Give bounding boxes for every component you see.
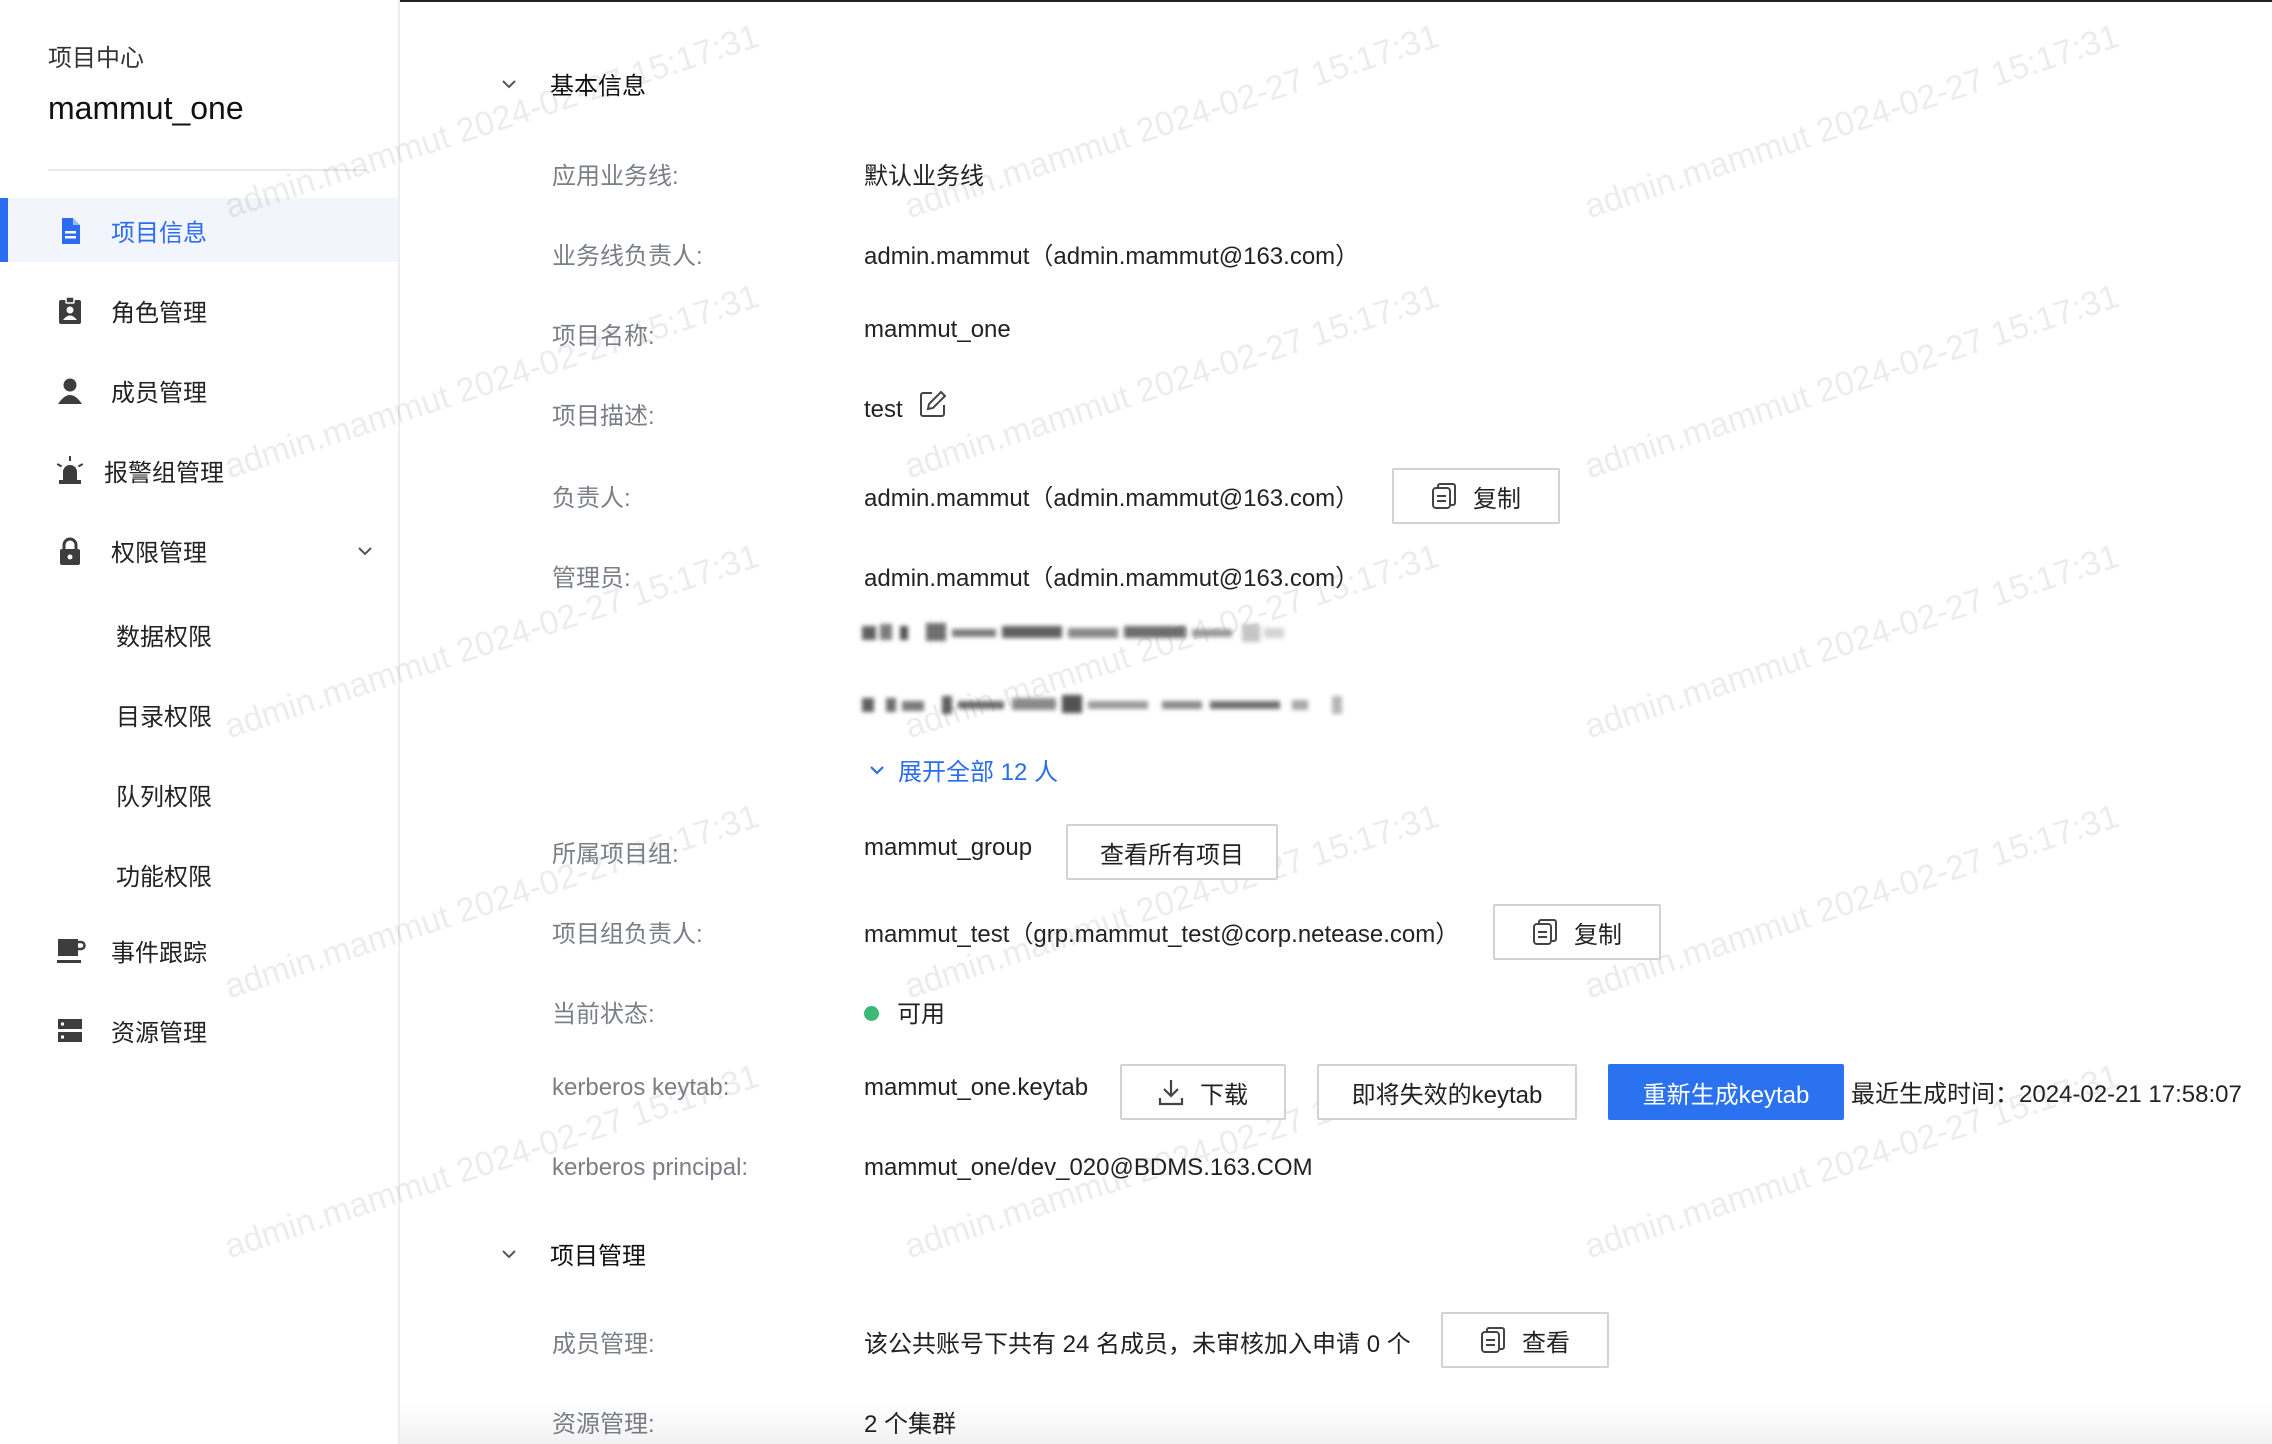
- lock-icon: [60, 537, 80, 565]
- sidebar-item-permission[interactable]: 权限管理: [0, 518, 398, 582]
- business-line-owner-label: 业务线负责人:: [552, 243, 703, 270]
- redacted-admin-row: [862, 695, 1342, 714]
- view-button-label: 查看: [1522, 1329, 1570, 1357]
- watermark: admin.mammut 2024-02-27 15:17:31: [1580, 277, 2124, 487]
- owner-label: 负责人:: [552, 485, 631, 512]
- sidebar-item-label: 成员管理: [111, 379, 207, 407]
- project-name-label: 项目名称:: [552, 323, 655, 350]
- watermark: admin.mammut 2024-02-27 15:17:31: [1580, 797, 2124, 1007]
- breadcrumb[interactable]: 项目中心: [48, 38, 144, 73]
- member-management-label: 成员管理:: [552, 1331, 655, 1358]
- sidebar-item-alarm-group[interactable]: 报警组管理: [0, 438, 398, 502]
- project-group-label: 所属项目组:: [552, 841, 679, 868]
- role-badge-icon: [59, 296, 81, 324]
- sidebar-item-label: 事件跟踪: [111, 939, 207, 967]
- sidebar-item-label: 角色管理: [111, 299, 207, 327]
- coffee-icon: [57, 939, 86, 963]
- watermark: admin.mammut 2024-02-27 15:17:31: [1580, 17, 2124, 227]
- keytab-value: mammut_one.keytab: [864, 1074, 1089, 1101]
- watermark: admin.mammut 2024-02-27 15:17:31: [900, 17, 1444, 227]
- project-desc-label: 项目描述:: [552, 403, 655, 430]
- alarm-icon: [56, 456, 84, 484]
- sidebar-item-label: 项目信息: [111, 219, 207, 247]
- sidebar-item-label: 权限管理: [111, 539, 207, 567]
- section-title: 项目管理: [550, 1243, 646, 1270]
- sidebar-item-label: 报警组管理: [104, 459, 224, 487]
- document-icon: [62, 218, 80, 244]
- project-title: mammut_one: [48, 90, 244, 126]
- expiring-keytab-button[interactable]: 即将失效的keytab: [1317, 1064, 1577, 1120]
- copy-owner-button[interactable]: 复制: [1392, 468, 1560, 524]
- resource-management-label: 资源管理:: [552, 1411, 655, 1438]
- sidebar-subitem-function-permission[interactable]: 功能权限: [116, 857, 212, 892]
- sidebar-item-event-tracking[interactable]: 事件跟踪: [0, 918, 398, 982]
- sidebar-subitem-directory-permission[interactable]: 目录权限: [116, 697, 212, 732]
- sidebar-item-member[interactable]: 成员管理: [0, 358, 398, 422]
- business-line-label: 应用业务线:: [552, 163, 679, 190]
- keytab-label: kerberos keytab:: [552, 1074, 730, 1101]
- project-name-value: mammut_one: [864, 316, 1011, 343]
- copy-icon: [1533, 919, 1557, 945]
- expand-all-admins-link[interactable]: 展开全部 12 人: [868, 752, 1058, 787]
- sidebar-item-resource[interactable]: 资源管理: [0, 998, 398, 1062]
- download-keytab-button[interactable]: 下载: [1120, 1064, 1286, 1120]
- redacted-admin-row: [862, 623, 1284, 642]
- sidebar-subitem-queue-permission[interactable]: 队列权限: [116, 777, 212, 812]
- expand-all-label: 展开全部 12 人: [898, 759, 1059, 786]
- chevron-down-icon: [502, 79, 516, 88]
- section-title: 基本信息: [550, 73, 646, 100]
- regenerate-keytab-button[interactable]: 重新生成keytab: [1608, 1064, 1844, 1120]
- status-label: 当前状态:: [552, 1001, 655, 1028]
- copy-button-label: 复制: [1574, 921, 1622, 949]
- status-dot: [864, 1006, 879, 1022]
- sidebar-subitem-data-permission[interactable]: 数据权限: [116, 617, 212, 652]
- group-owner-label: 项目组负责人:: [552, 921, 703, 948]
- sidebar: 项目中心 mammut_one 项目信息 角色管理 成员管理 报警组管理 权限管…: [0, 0, 400, 1444]
- sidebar-item-project-info[interactable]: 项目信息: [0, 198, 398, 262]
- edit-icon[interactable]: [918, 389, 948, 419]
- admin-value: admin.mammut（admin.mammut@163.com）: [864, 565, 1360, 592]
- view-members-button[interactable]: 查看: [1441, 1312, 1609, 1368]
- project-group-value: mammut_group: [864, 834, 1033, 861]
- status-text: 可用: [897, 1001, 945, 1028]
- sidebar-item-role[interactable]: 角色管理: [0, 278, 398, 342]
- resource-management-value: 2 个集群: [864, 1411, 957, 1438]
- chevron-down-icon: [870, 765, 884, 775]
- principal-value: mammut_one/dev_020@BDMS.163.COM: [864, 1154, 1313, 1181]
- main-content: admin.mammut 2024-02-27 15:17:31 admin.m…: [220, 0, 2272, 1444]
- user-icon: [58, 378, 82, 404]
- section-project-management[interactable]: 项目管理: [500, 1236, 646, 1271]
- chevron-down-icon[interactable]: [356, 542, 374, 560]
- business-line-owner-value: admin.mammut（admin.mammut@163.com）: [864, 243, 1360, 270]
- copy-icon: [1432, 483, 1456, 509]
- view-all-projects-button[interactable]: 查看所有项目: [1066, 824, 1278, 880]
- copy-button-label: 复制: [1473, 485, 1521, 513]
- keytab-last-generated: 最近生成时间：2024-02-21 17:58:07: [1851, 1081, 2242, 1108]
- chevron-down-icon: [502, 1249, 516, 1258]
- status-value: 可用: [864, 994, 945, 1029]
- member-management-value: 该公共账号下共有 24 名成员，未审核加入申请 0 个: [864, 1331, 1411, 1358]
- principal-label: kerberos principal:: [552, 1154, 749, 1181]
- owner-value: admin.mammut（admin.mammut@163.com）: [864, 485, 1360, 512]
- watermark: admin.mammut 2024-02-27 15:17:31: [1580, 537, 2124, 747]
- copy-group-owner-button[interactable]: 复制: [1493, 904, 1661, 960]
- watermark: admin.mammut 2024-02-27 15:17:31: [900, 277, 1444, 487]
- sidebar-divider: [48, 169, 366, 171]
- group-owner-value: mammut_test（grp.mammut_test@corp.netease…: [864, 921, 1460, 948]
- project-desc-value: test: [864, 396, 903, 423]
- download-icon: [1158, 1080, 1184, 1106]
- business-line-value: 默认业务线: [864, 163, 984, 190]
- server-icon: [58, 1019, 82, 1042]
- copy-icon: [1481, 1327, 1505, 1353]
- sidebar-item-label: 资源管理: [111, 1019, 207, 1047]
- download-label: 下载: [1200, 1081, 1248, 1109]
- section-basic-info[interactable]: 基本信息: [500, 66, 646, 101]
- admin-label: 管理员:: [552, 565, 631, 592]
